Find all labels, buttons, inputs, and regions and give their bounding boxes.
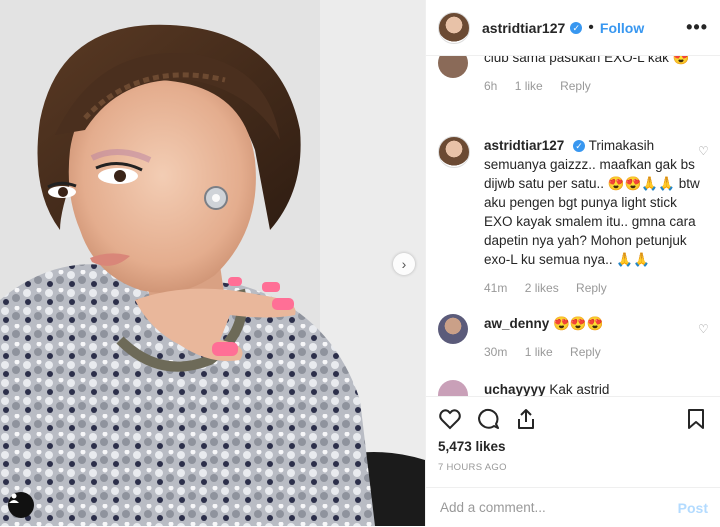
comment-time: 6h: [484, 79, 498, 93]
header-username[interactable]: astridtiar127: [482, 20, 565, 36]
more-icon[interactable]: •••: [686, 17, 708, 38]
comment-avatar[interactable]: [438, 314, 468, 344]
comment-username[interactable]: astridtiar127: [484, 138, 564, 153]
comment-content: astridtiar127 ✓ Trimakasih semuanya gaiz…: [484, 136, 708, 269]
comment-meta: 6h 1 like Reply: [484, 79, 708, 93]
comment-like-heart-icon[interactable]: ♡: [698, 323, 709, 335]
verified-icon: ✓: [570, 21, 583, 34]
tag-person-icon: [9, 493, 19, 503]
comment-time: 30m: [484, 345, 508, 359]
comment-likes[interactable]: 1 like: [525, 345, 553, 359]
chevron-right-icon: ›: [401, 256, 407, 272]
instagram-post-view: › astridtiar127 ✓ • Follow ••• club sama…: [0, 0, 720, 526]
post-timestamp[interactable]: 7 HOURS AGO: [426, 454, 720, 473]
comment-avatar[interactable]: [438, 136, 470, 168]
separator-dot: •: [588, 18, 594, 36]
comment-likes[interactable]: 2 likes: [525, 281, 559, 295]
post-photo[interactable]: ›: [0, 0, 425, 526]
comment-meta: 41m 2 likes Reply: [484, 281, 708, 295]
heart-icon[interactable]: [438, 407, 462, 431]
next-photo-button[interactable]: ›: [393, 253, 415, 275]
reply-button[interactable]: Reply: [570, 345, 601, 359]
comment-username[interactable]: uchayyyy: [484, 382, 546, 396]
tagged-people-button[interactable]: [8, 492, 34, 518]
post-header: astridtiar127 ✓ • Follow •••: [426, 0, 720, 56]
comment-meta: 30m 1 like Reply: [484, 345, 708, 359]
comment-time: 41m: [484, 281, 508, 295]
comment-item: uchayyyy Kak astrid: [438, 380, 708, 396]
comment-likes[interactable]: 1 like: [515, 79, 543, 93]
comment-text: club sama pasukan EXO-L kak 😍: [484, 56, 690, 65]
post-comment-button[interactable]: Post: [678, 500, 708, 516]
reply-button[interactable]: Reply: [576, 281, 607, 295]
avatar[interactable]: [438, 11, 470, 44]
comments-list[interactable]: club sama pasukan EXO-L kak 😍 6h 1 like …: [426, 56, 720, 396]
bookmark-icon[interactable]: [684, 407, 708, 431]
comment-content: aw_denny 😍😍😍: [484, 314, 708, 333]
comment-like-heart-icon[interactable]: ♡: [698, 145, 709, 157]
comment-avatar[interactable]: [438, 56, 468, 78]
portrait-illustration: [0, 0, 425, 526]
action-icons: [426, 397, 720, 431]
add-comment-input[interactable]: [438, 499, 678, 516]
follow-button[interactable]: Follow: [600, 20, 644, 36]
comment-avatar[interactable]: [438, 380, 468, 396]
post-side-panel: astridtiar127 ✓ • Follow ••• club sama p…: [425, 0, 720, 526]
comment-username[interactable]: aw_denny: [484, 316, 549, 331]
post-actions: 5,473 likes 7 HOURS AGO Post: [426, 396, 720, 527]
add-comment-bar: Post: [426, 487, 720, 527]
comment-icon[interactable]: [476, 407, 500, 431]
likes-count[interactable]: 5,473 likes: [426, 431, 720, 454]
comment-text: 😍😍😍: [553, 316, 604, 331]
verified-icon: ✓: [573, 140, 586, 152]
comment-content: uchayyyy Kak astrid: [484, 380, 708, 396]
reply-button[interactable]: Reply: [560, 79, 591, 93]
share-icon[interactable]: [514, 407, 538, 431]
comment-item: aw_denny 😍😍😍 30m 1 like Reply ♡: [438, 314, 709, 359]
comment-item: astridtiar127 ✓ Trimakasih semuanya gaiz…: [438, 136, 709, 295]
comment-text: Trimakasih semuanya gaizzz.. maafkan gak…: [484, 138, 700, 267]
comment-item: club sama pasukan EXO-L kak 😍 6h 1 like …: [438, 56, 708, 93]
comment-text: Kak astrid: [549, 382, 610, 396]
